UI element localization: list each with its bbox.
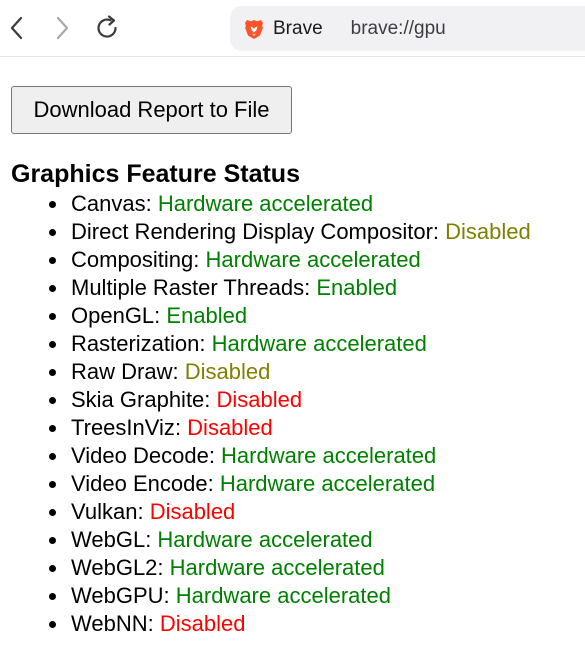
forward-button[interactable] xyxy=(47,13,77,43)
bullet-icon xyxy=(49,397,56,404)
bullet-icon xyxy=(49,481,56,488)
browser-toolbar: Brave brave://gpu xyxy=(0,0,585,57)
bullet-icon xyxy=(49,313,56,320)
feature-name: Direct Rendering Display Compositor xyxy=(71,219,433,244)
feature-status: Disabled xyxy=(149,499,236,524)
chevron-left-icon xyxy=(10,16,23,40)
bullet-icon xyxy=(49,565,56,572)
feature-status: Hardware accelerated xyxy=(221,443,437,468)
url-text[interactable]: brave://gpu xyxy=(351,18,446,40)
feature-separator: : xyxy=(207,471,220,496)
feature-status: Disabled xyxy=(159,611,246,636)
reload-icon xyxy=(97,15,117,38)
feature-item: Video Decode: Hardware accelerated xyxy=(0,442,531,470)
feature-status: Hardware accelerated xyxy=(169,555,385,580)
feature-separator: : xyxy=(204,387,217,412)
feature-name: Compositing xyxy=(71,247,194,272)
feature-separator: : xyxy=(157,555,170,580)
feature-name: Vulkan xyxy=(71,499,138,524)
bullet-icon xyxy=(49,537,56,544)
feature-name: WebGL2 xyxy=(71,555,158,580)
chevron-right-icon xyxy=(56,16,69,40)
feature-item: Rasterization: Hardware accelerated xyxy=(0,330,531,358)
feature-name: OpenGL xyxy=(71,303,155,328)
feature-name: Multiple Raster Threads xyxy=(71,275,305,300)
feature-name: Raw Draw xyxy=(71,359,173,384)
brave-lion-icon xyxy=(244,18,264,40)
section-title: Graphics Feature Status xyxy=(11,160,300,188)
bullet-icon xyxy=(49,285,56,292)
feature-status: Hardware accelerated xyxy=(205,247,421,272)
bullet-icon xyxy=(49,257,56,264)
feature-name: Video Decode xyxy=(71,443,209,468)
feature-separator: : xyxy=(432,219,446,244)
bullet-icon xyxy=(49,621,56,628)
feature-status: Enabled xyxy=(166,303,248,328)
feature-item: Video Encode: Hardware accelerated xyxy=(0,470,531,498)
feature-item: TreesInViz: Disabled xyxy=(0,414,531,442)
feature-separator: : xyxy=(193,247,206,272)
feature-name: WebGL xyxy=(71,527,146,552)
feature-separator: : xyxy=(208,443,222,468)
bullet-icon xyxy=(49,229,56,236)
feature-status: Hardware accelerated xyxy=(157,191,374,216)
feature-item: Compositing: Hardware accelerated xyxy=(0,246,531,274)
feature-item: WebGL: Hardware accelerated xyxy=(0,526,531,554)
feature-separator: : xyxy=(137,499,150,524)
feature-status: Disabled xyxy=(184,359,271,384)
feature-name: TreesInViz xyxy=(71,415,175,440)
bullet-icon xyxy=(49,425,56,432)
download-report-button[interactable]: Download Report to File xyxy=(11,86,292,134)
bullet-icon xyxy=(49,453,56,460)
feature-separator: : xyxy=(163,583,176,608)
feature-status: Hardware accelerated xyxy=(157,527,373,552)
feature-item: Canvas: Hardware accelerated xyxy=(0,190,531,218)
feature-status-list: Canvas: Hardware accelerated Direct Rende… xyxy=(0,190,531,638)
feature-item: WebGPU: Hardware accelerated xyxy=(0,582,531,610)
feature-separator: : xyxy=(145,191,158,216)
feature-item: WebNN: Disabled xyxy=(0,610,531,638)
feature-item: WebGL2: Hardware accelerated xyxy=(0,554,531,582)
reload-button[interactable] xyxy=(92,13,122,43)
feature-name: Skia Graphite xyxy=(71,387,205,412)
feature-status: Enabled xyxy=(316,275,398,300)
feature-separator: : xyxy=(199,331,212,356)
feature-separator: : xyxy=(304,275,317,300)
address-bar[interactable]: Brave brave://gpu xyxy=(230,6,585,51)
feature-name: WebNN xyxy=(71,611,148,636)
feature-item: Direct Rendering Display Compositor: Dis… xyxy=(0,218,531,246)
feature-status: Hardware accelerated xyxy=(219,471,436,496)
back-button[interactable] xyxy=(2,13,32,43)
bullet-icon xyxy=(49,509,56,516)
bullet-icon xyxy=(49,369,56,376)
feature-item: Skia Graphite: Disabled xyxy=(0,386,531,414)
feature-name: WebGPU xyxy=(71,583,164,608)
feature-separator: : xyxy=(145,527,158,552)
feature-item: Vulkan: Disabled xyxy=(0,498,531,526)
feature-separator: : xyxy=(172,359,185,384)
feature-separator: : xyxy=(147,611,160,636)
feature-status: Disabled xyxy=(216,387,303,412)
bullet-icon xyxy=(49,201,56,208)
feature-name: Canvas xyxy=(71,191,146,216)
feature-separator: : xyxy=(154,303,167,328)
site-name-label: Brave xyxy=(273,17,323,39)
bullet-icon xyxy=(49,341,56,348)
feature-separator: : xyxy=(174,415,188,440)
feature-status: Disabled xyxy=(187,415,273,440)
feature-status: Hardware accelerated xyxy=(211,331,427,356)
feature-item: Raw Draw: Disabled xyxy=(0,358,531,386)
bullet-icon xyxy=(49,593,56,600)
feature-name: Rasterization xyxy=(71,331,200,356)
feature-status: Hardware accelerated xyxy=(175,583,391,608)
feature-item: OpenGL: Enabled xyxy=(0,302,531,330)
feature-item: Multiple Raster Threads: Enabled xyxy=(0,274,531,302)
feature-status: Disabled xyxy=(445,219,531,244)
feature-name: Video Encode xyxy=(71,471,208,496)
